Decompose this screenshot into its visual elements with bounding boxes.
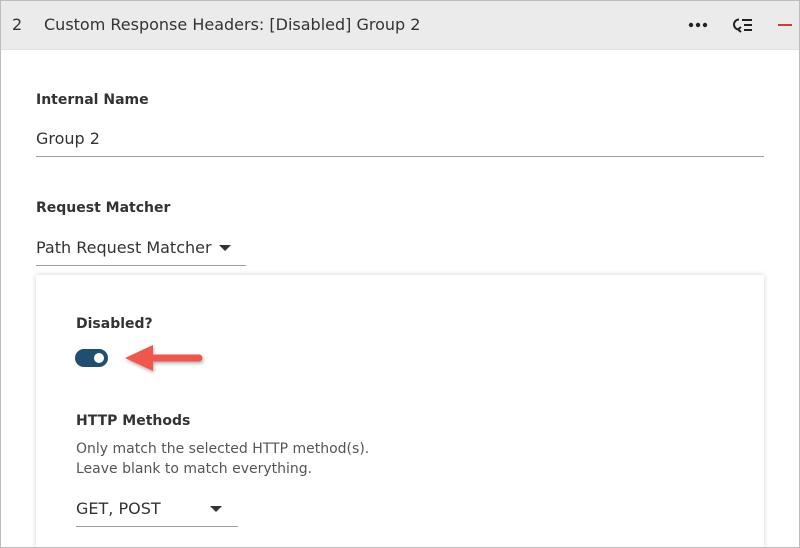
request-matcher-value: Path Request Matcher bbox=[36, 238, 212, 257]
internal-name-input[interactable]: Group 2 bbox=[36, 123, 764, 157]
more-icon[interactable] bbox=[686, 13, 710, 37]
http-methods-select[interactable]: GET, POST bbox=[76, 495, 238, 527]
http-methods-value: GET, POST bbox=[76, 499, 161, 518]
http-methods-help-line2: Leave blank to match everything. bbox=[76, 461, 313, 477]
http-methods-label: HTTP Methods bbox=[76, 413, 191, 429]
request-matcher-label: Request Matcher bbox=[36, 200, 171, 216]
http-methods-help-line1: Only match the selected HTTP method(s). bbox=[76, 441, 370, 457]
minus-icon[interactable] bbox=[773, 13, 797, 37]
panel-title: Custom Response Headers: [Disabled] Grou… bbox=[44, 15, 421, 34]
disabled-toggle[interactable] bbox=[75, 349, 108, 367]
group-index: 2 bbox=[12, 15, 23, 34]
panel-frame: 2 Custom Response Headers: [Disabled] Gr… bbox=[0, 0, 800, 548]
list-icon[interactable] bbox=[730, 13, 754, 37]
disabled-label: Disabled? bbox=[76, 316, 153, 332]
panel-header: 2 Custom Response Headers: [Disabled] Gr… bbox=[1, 1, 799, 50]
annotation-arrow-icon bbox=[125, 345, 203, 371]
chevron-down-icon bbox=[219, 245, 231, 251]
toggle-knob bbox=[94, 353, 104, 363]
chevron-down-icon bbox=[210, 506, 222, 512]
request-matcher-select[interactable]: Path Request Matcher bbox=[36, 234, 246, 266]
internal-name-label: Internal Name bbox=[36, 92, 149, 108]
